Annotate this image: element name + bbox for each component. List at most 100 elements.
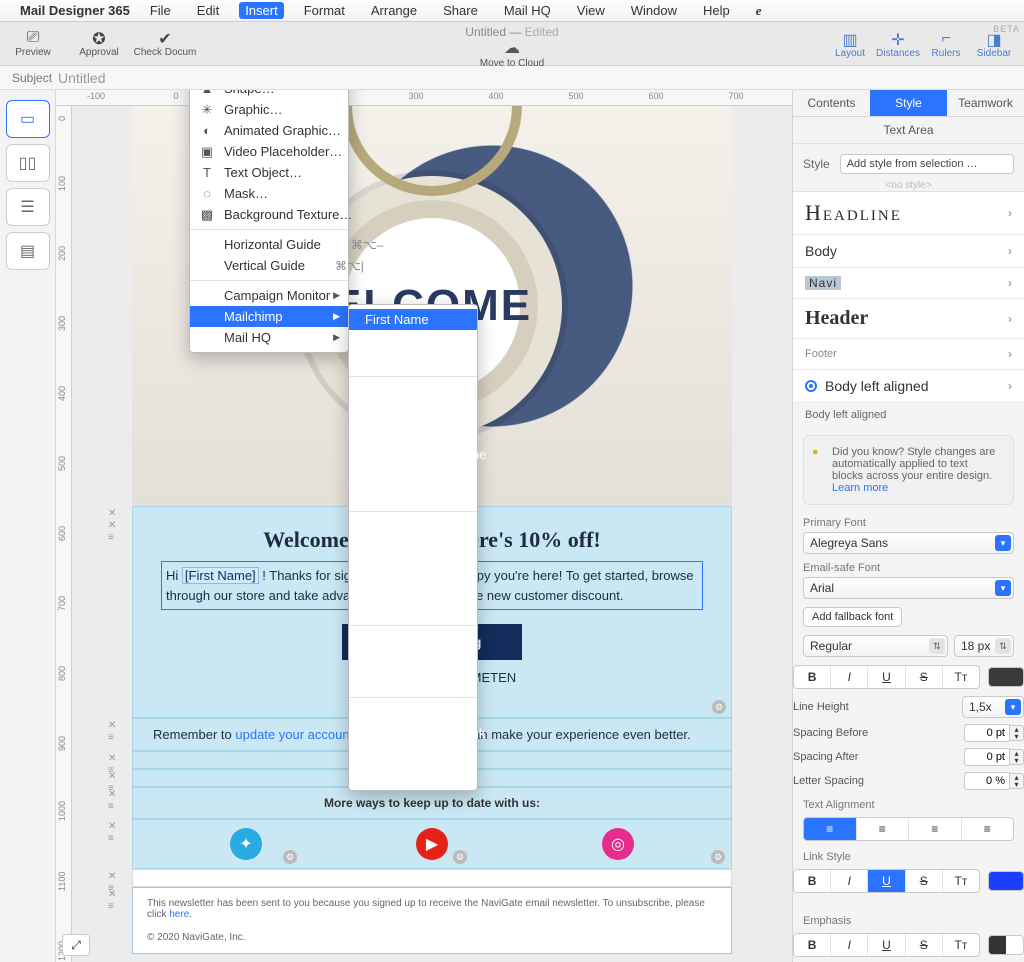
link-bold[interactable]: B: [794, 870, 831, 892]
font-size-field[interactable]: 18 px⇅: [954, 635, 1014, 657]
mc-current-month[interactable]: Current Month: [349, 423, 477, 444]
mc-list-company[interactable]: List Company: [349, 516, 477, 537]
mc-current-month-name[interactable]: Current Month Name: [349, 444, 477, 465]
spacing-after-field[interactable]: ▴▾: [964, 748, 1024, 766]
mc-list-address[interactable]: List Address: [349, 579, 477, 600]
menu-animated-graphic[interactable]: ◐Animated Graphic…: [190, 120, 348, 141]
device-desktop[interactable]: ▭: [6, 100, 50, 138]
menu-bg-texture[interactable]: ▩Background Texture…: [190, 204, 348, 225]
approval-tool[interactable]: ✪Approval: [66, 29, 132, 58]
emph-bold[interactable]: B: [794, 934, 831, 956]
style-navi[interactable]: Navi›: [793, 268, 1024, 299]
emphasis-color-swatch[interactable]: [988, 935, 1024, 955]
mc-browser-link[interactable]: View in Browser Link: [349, 723, 477, 744]
link-color-swatch[interactable]: [988, 871, 1024, 891]
add-style-button[interactable]: Add style from selection …: [840, 154, 1014, 174]
menu-mailhq[interactable]: Mail HQ: [498, 2, 557, 19]
italic-toggle[interactable]: I: [831, 666, 868, 688]
menu-h-guide[interactable]: Horizontal Guide⌘⌥–: [190, 234, 348, 255]
menu-window[interactable]: Window: [625, 2, 683, 19]
mc-list-phone[interactable]: List Phone: [349, 600, 477, 621]
menu-mask[interactable]: ◌Mask…: [190, 183, 348, 204]
block-settings-icon[interactable]: ⚙: [283, 850, 297, 864]
social-row[interactable]: ✦⚙ ▶⚙ ◎⚙: [132, 819, 732, 869]
mc-current-year[interactable]: Current Year: [349, 402, 477, 423]
mc-current-day[interactable]: Current Day: [349, 465, 477, 486]
style-body[interactable]: Body›: [793, 235, 1024, 268]
menu-text-object[interactable]: TText Object…: [190, 162, 348, 183]
emph-strike[interactable]: S: [906, 934, 943, 956]
more-ways-heading[interactable]: More ways to keep up to date with us:: [132, 787, 732, 819]
mc-email[interactable]: Email: [349, 351, 477, 372]
check-doc-tool[interactable]: ✔︎Check Docum: [132, 29, 198, 58]
align-center[interactable]: ≡: [857, 818, 910, 840]
mc-user-company[interactable]: User Company: [349, 630, 477, 651]
tab-teamwork[interactable]: Teamwork: [947, 90, 1024, 116]
app-name[interactable]: Mail Designer 365: [20, 3, 130, 18]
safe-font-select[interactable]: Arial▾: [803, 577, 1014, 599]
device-text[interactable]: ☰: [6, 188, 50, 226]
menu-view[interactable]: View: [571, 2, 611, 19]
style-header[interactable]: Header›: [793, 299, 1024, 339]
link-underline[interactable]: U: [868, 870, 905, 892]
mc-rewards[interactable]: Rewards: [349, 744, 477, 765]
link-italic[interactable]: I: [831, 870, 868, 892]
learn-more-link[interactable]: Learn more: [832, 482, 888, 494]
block-settings-icon[interactable]: ⚙: [711, 850, 725, 864]
sidebar-toggle[interactable]: ◨Sidebar: [970, 30, 1018, 59]
instagram-icon[interactable]: ◎: [602, 828, 634, 860]
align-left[interactable]: ≡: [804, 818, 857, 840]
mc-current-week-day[interactable]: Current Week Day: [349, 486, 477, 507]
block-settings-icon[interactable]: ⚙: [453, 850, 467, 864]
menu-shape[interactable]: ▲Shape…: [190, 90, 348, 99]
mc-user-address[interactable]: User Address: [349, 651, 477, 672]
firstname-placeholder[interactable]: [First Name]: [182, 567, 259, 584]
menu-insert[interactable]: Insert: [239, 2, 284, 19]
menu-v-guide[interactable]: Vertical Guide⌘⌥|: [190, 255, 348, 276]
menu-edit[interactable]: Edit: [191, 2, 225, 19]
spacer-block[interactable]: [132, 869, 732, 887]
preview-tool[interactable]: ⎚Preview: [0, 29, 66, 58]
mc-user-phone[interactable]: User Phone: [349, 672, 477, 693]
menu-extra-icon[interactable]: e: [750, 2, 768, 20]
block-settings-icon[interactable]: ⚙: [712, 700, 726, 714]
subject-field[interactable]: Untitled: [58, 70, 105, 86]
menu-format[interactable]: Format: [298, 2, 351, 19]
text-color-swatch[interactable]: [988, 667, 1024, 687]
add-fallback-font-button[interactable]: Add fallback font: [803, 607, 902, 627]
layout-toggle[interactable]: ▥Layout: [826, 30, 874, 59]
emph-italic[interactable]: I: [831, 934, 868, 956]
block-handles[interactable]: ✕✕≡: [108, 508, 116, 544]
smallcaps-toggle[interactable]: Tᴛ: [943, 666, 979, 688]
underline-toggle[interactable]: U: [868, 666, 905, 688]
zoom-control[interactable]: ⤢: [62, 934, 90, 956]
block-handles[interactable]: ✕≡: [108, 789, 116, 813]
block-handles[interactable]: ✕≡: [108, 821, 116, 845]
footer-block[interactable]: This newsletter has been sent to you bec…: [132, 887, 732, 954]
menu-video-placeholder[interactable]: ▣Video Placeholder…: [190, 141, 348, 162]
menu-help[interactable]: Help: [697, 2, 736, 19]
mc-address-vcard[interactable]: Address and vCard: [349, 558, 477, 579]
align-right[interactable]: ≡: [909, 818, 962, 840]
block-handles[interactable]: ✕≡: [108, 889, 116, 913]
emph-smallcaps[interactable]: Tᴛ: [943, 934, 979, 956]
link-smallcaps[interactable]: Tᴛ: [943, 870, 979, 892]
style-body-left[interactable]: Body left aligned›: [793, 370, 1024, 403]
mc-forward-link[interactable]: Forward Link: [349, 702, 477, 723]
link-strike[interactable]: S: [906, 870, 943, 892]
rulers-toggle[interactable]: ⌐Rulers: [922, 30, 970, 59]
device-card[interactable]: ▤: [6, 232, 50, 270]
letter-spacing-field[interactable]: ▴▾: [964, 772, 1024, 790]
bold-toggle[interactable]: B: [794, 666, 831, 688]
spacing-before-field[interactable]: ▴▾: [964, 724, 1024, 742]
strike-toggle[interactable]: S: [906, 666, 943, 688]
menu-arrange[interactable]: Arrange: [365, 2, 423, 19]
unsubscribe-link[interactable]: here: [169, 909, 189, 920]
line-height-select[interactable]: 1,5x▾: [962, 696, 1024, 718]
menu-file[interactable]: File: [144, 2, 177, 19]
font-weight-select[interactable]: Regular⇅: [803, 635, 948, 657]
tab-style[interactable]: Style: [870, 90, 947, 116]
mc-last-name[interactable]: Last Name: [349, 330, 477, 351]
youtube-icon[interactable]: ▶: [416, 828, 448, 860]
mc-unsubscribe[interactable]: Unsubscribe Link: [349, 765, 477, 786]
